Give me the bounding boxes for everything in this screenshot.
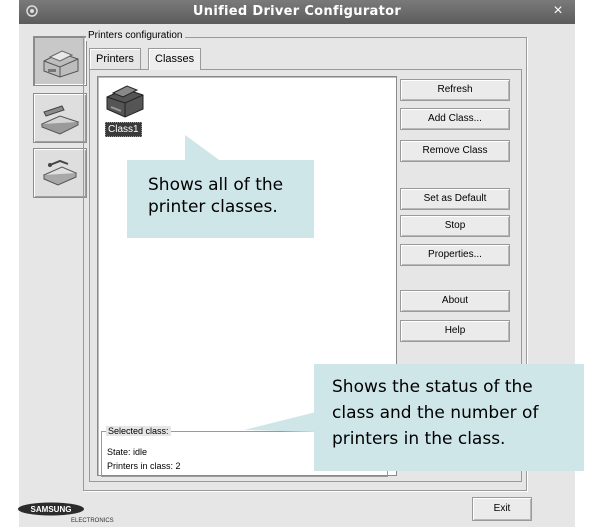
classes-callout: Shows all of the printer classes. [127, 160, 314, 238]
status-callout-line1: Shows the status of the [332, 377, 533, 397]
electronics-text: ELECTRONICS [71, 518, 114, 524]
samsung-logo-text: SAMSUNG [31, 505, 72, 514]
classes-callout-line2: printer classes. [148, 197, 278, 217]
tab-classes[interactable]: Classes [148, 48, 202, 70]
status-callout: Shows the status of the class and the nu… [314, 364, 584, 471]
status-callout-line2: class and the number of [332, 403, 539, 423]
exit-button[interactable]: Exit [472, 497, 532, 521]
classes-callout-line1: Shows all of the [148, 175, 284, 195]
status-callout-line3: printers in the class. [332, 429, 506, 449]
samsung-logo: SAMSUNG ELECTRONICS [18, 502, 114, 524]
